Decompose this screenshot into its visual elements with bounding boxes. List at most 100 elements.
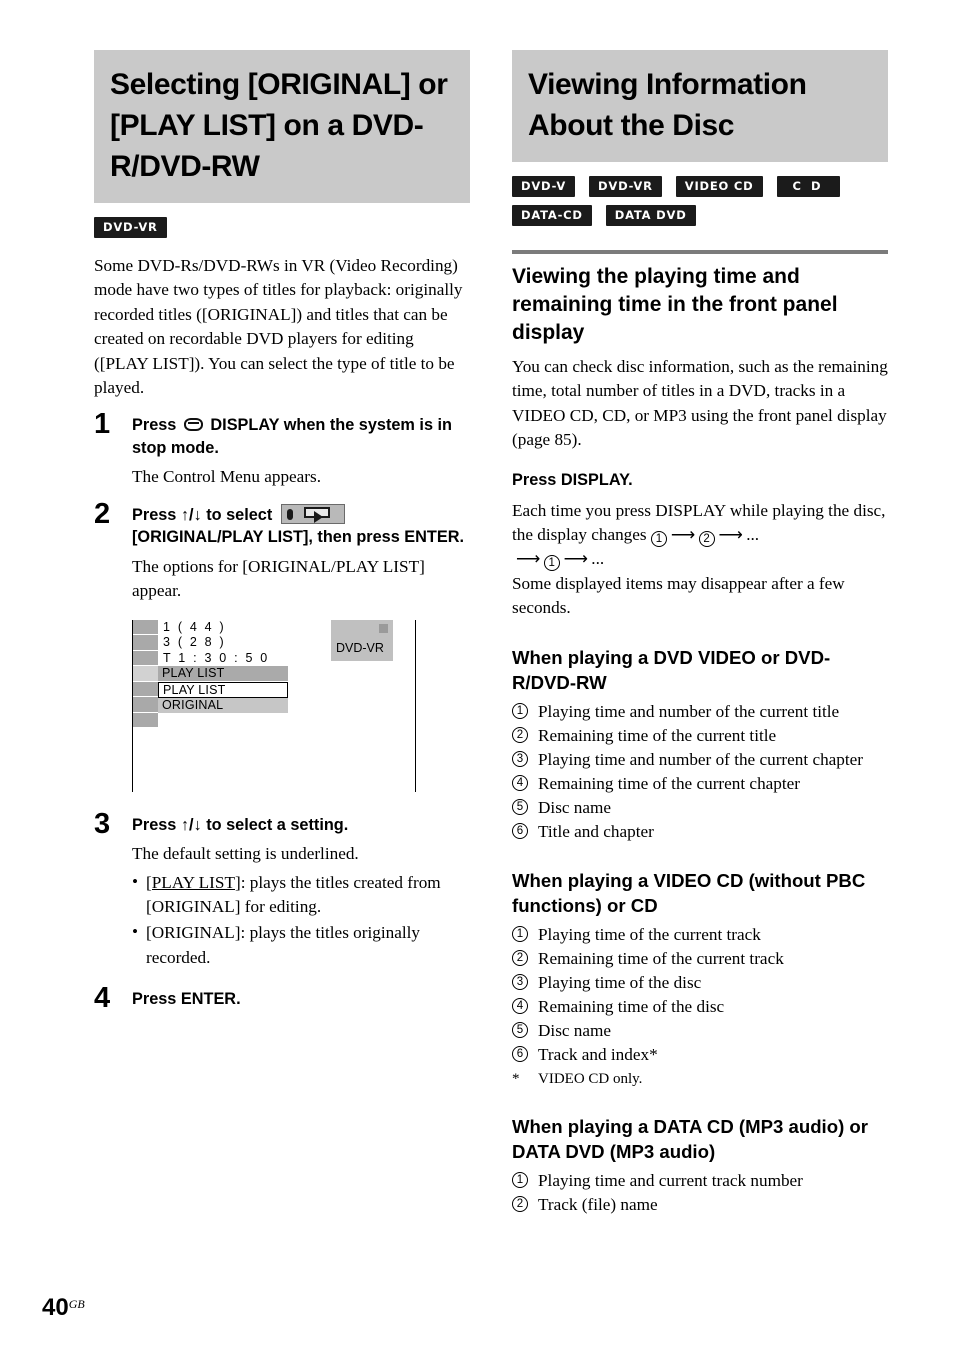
list-item: 2 Remaining time of the current track (512, 947, 888, 971)
circled-number-icon: 1 (512, 702, 528, 719)
list-item: 6 Track and index* (512, 1043, 888, 1067)
disc-badge-dvd-v: DVD-V (512, 176, 576, 197)
disc-badge-dvd-vr: DVD-VR (589, 176, 662, 197)
osd-current-value: PLAY LIST (158, 666, 288, 682)
group-2-footnote: * VIDEO CD only. (512, 1069, 888, 1090)
on-screen-control-menu-figure: 1 ( 4 4 ) 3 ( 2 8 ) T 1 : 3 0 : 5 0 PLAY… (132, 619, 416, 792)
list-item: 5 Disc name (512, 796, 888, 820)
osd-row-stack: 1 ( 4 4 ) 3 ( 2 8 ) T 1 : 3 0 : 5 0 PLAY… (158, 620, 288, 714)
cycle-note: Some displayed items may disappear after… (512, 573, 845, 618)
list-item: 2 Remaining time of the current title (512, 724, 888, 748)
display-cycle-paragraph: Each time you press DISPLAY while playin… (512, 499, 888, 621)
step-4-number: 4 (94, 982, 111, 1015)
circled-number-icon: 5 (512, 1021, 528, 1038)
list-item-text: Playing time and current track number (538, 1170, 803, 1190)
group-2-heading: When playing a VIDEO CD (without PBC fun… (512, 869, 866, 916)
left-intro-paragraph: Some DVD-Rs/DVD-RWs in VR (Video Recordi… (94, 256, 463, 398)
press-display-instruction: Press DISPLAY. (512, 470, 633, 489)
cycle-arrow-1: ⟶ (670, 525, 696, 545)
osd-icon-cell (133, 635, 158, 651)
group-3-list: 1 Playing time and current track number 2… (512, 1169, 888, 1217)
list-item-text: Remaining time of the current chapter (538, 773, 801, 793)
disc-badge-cd: C D (776, 176, 840, 197)
list-item: 3 Playing time of the disc (512, 971, 888, 995)
list-item-text: Playing time of the disc (538, 972, 702, 992)
osd-icon-cell (133, 681, 158, 698)
original-play-list-control-menu-icon (280, 503, 345, 524)
osd-disc-type-label: DVD-VR (336, 640, 384, 655)
right-disc-badge-list: DVD-V DVD-VR VIDEO CD C D DATA-CD DATA D… (512, 176, 892, 226)
step-2-number: 2 (94, 497, 111, 530)
list-item-text: Disc name (538, 797, 612, 817)
disc-badge-data-cd: DATA-CD (512, 205, 592, 226)
right-column: Viewing Information About the Disc DVD-V… (512, 50, 888, 1217)
cycle-circle-repeat: 1 (543, 555, 560, 572)
osd-time-line: T 1 : 3 0 : 5 0 (163, 650, 270, 665)
step-1-description: The Control Menu appears. (132, 467, 322, 487)
subsection-heading: Viewing the playing time and remaining t… (512, 265, 838, 344)
list-item-text: Track and index* (538, 1044, 658, 1064)
left-column: Selecting [ORIGINAL] or [PLAY LIST] on a… (94, 50, 470, 1016)
list-item-text: Playing time of the current track (538, 924, 761, 944)
osd-stop-indicator-icon (379, 623, 388, 633)
list-item: 1 Playing time and number of the current … (512, 700, 888, 724)
osd-icon-cell-active (133, 666, 158, 682)
step-1-number: 1 (94, 408, 111, 441)
osd-disc-type-box: DVD-VR (331, 619, 393, 661)
list-item: 3 Playing time and number of the current … (512, 748, 888, 772)
remote-display-button-icon (183, 418, 203, 432)
osd-icon-column (133, 619, 158, 729)
list-item: 4 Remaining time of the disc (512, 995, 888, 1019)
footnote-asterisk: * (512, 1070, 520, 1087)
left-section-title: Selecting [ORIGINAL] or [PLAY LIST] on a… (94, 50, 470, 203)
step-3-heading: Press ↑/↓ to select a setting. (132, 815, 349, 834)
circled-number-icon: 3 (512, 973, 528, 990)
cycle-ellipsis-1: ... (746, 525, 760, 545)
list-item-text: Disc name (538, 1020, 612, 1040)
list-item-text: Playing time and number of the current t… (538, 701, 840, 721)
circled-number-icon: 1 (512, 925, 528, 942)
list-item-text: Track (file) name (538, 1194, 658, 1214)
list-item-text: Remaining time of the current title (538, 725, 777, 745)
list-item-text: Remaining time of the current track (538, 948, 784, 968)
icon-pill-shape (286, 508, 293, 520)
step-3-number: 3 (94, 807, 111, 840)
osd-icon-cell (133, 619, 158, 636)
osd-title-line: 1 ( 4 4 ) (163, 619, 226, 634)
right-section-title: Viewing Information About the Disc (512, 50, 888, 162)
step-2-description: The options for [ORIGINAL/PLAY LIST] app… (132, 556, 425, 601)
circled-number-icon: 6 (512, 822, 528, 839)
step-1-heading-part-a: Press (132, 416, 181, 435)
osd-icon-cell (133, 697, 158, 713)
step-3-bullet-list: [PLAY LIST]: plays the titles created fr… (132, 870, 470, 971)
step-3: 3 Press ↑/↓ to select a setting. The def… (94, 808, 470, 971)
osd-option-play-list[interactable]: PLAY LIST (158, 681, 288, 699)
step-1: 1 Press DISPLAY when the system is in st… (94, 408, 470, 489)
list-item: 2 Track (file) name (512, 1193, 888, 1217)
step-3-description: The default setting is underlined. (132, 844, 359, 864)
circled-number-icon: 4 (512, 774, 528, 791)
step-1-heading: Press DISPLAY when the system is in stop… (132, 414, 470, 459)
circled-number-icon: 5 (512, 798, 528, 815)
step-2-heading-part-b: [ORIGINAL/PLAY LIST], then press ENTER. (132, 528, 464, 547)
cycle-circle-2: 2 (698, 531, 715, 548)
step-4-heading: Press ENTER. (132, 990, 241, 1009)
list-item: 5 Disc name (512, 1019, 888, 1043)
left-disc-badge-list: DVD-VR (94, 217, 474, 238)
circled-number-icon: 1 (512, 1171, 528, 1188)
cycle-arrow-3: ⟶ (516, 549, 541, 569)
circled-number-icon: 2 (512, 1195, 528, 1212)
osd-icon-cell (133, 712, 158, 729)
list-item: 6 Title and chapter (512, 820, 888, 844)
cycle-arrow-4: ⟶ (563, 549, 589, 569)
osd-option-original[interactable]: ORIGINAL (158, 698, 288, 714)
group-2-list: 1 Playing time of the current track 2 Rema… (512, 923, 888, 1067)
footnote-text: VIDEO CD only. (538, 1070, 643, 1087)
bullet-play-list: [PLAY LIST]: plays the titles created fr… (132, 870, 470, 920)
circled-number-icon: 6 (512, 1045, 528, 1062)
subsection-divider (512, 250, 888, 254)
cycle-arrow-2: ⟶ (718, 525, 744, 545)
cycle-ellipsis-2: ... (591, 549, 605, 569)
page-number-value: 40 (42, 1294, 69, 1321)
osd-chapter-line: 3 ( 2 8 ) (163, 635, 226, 650)
